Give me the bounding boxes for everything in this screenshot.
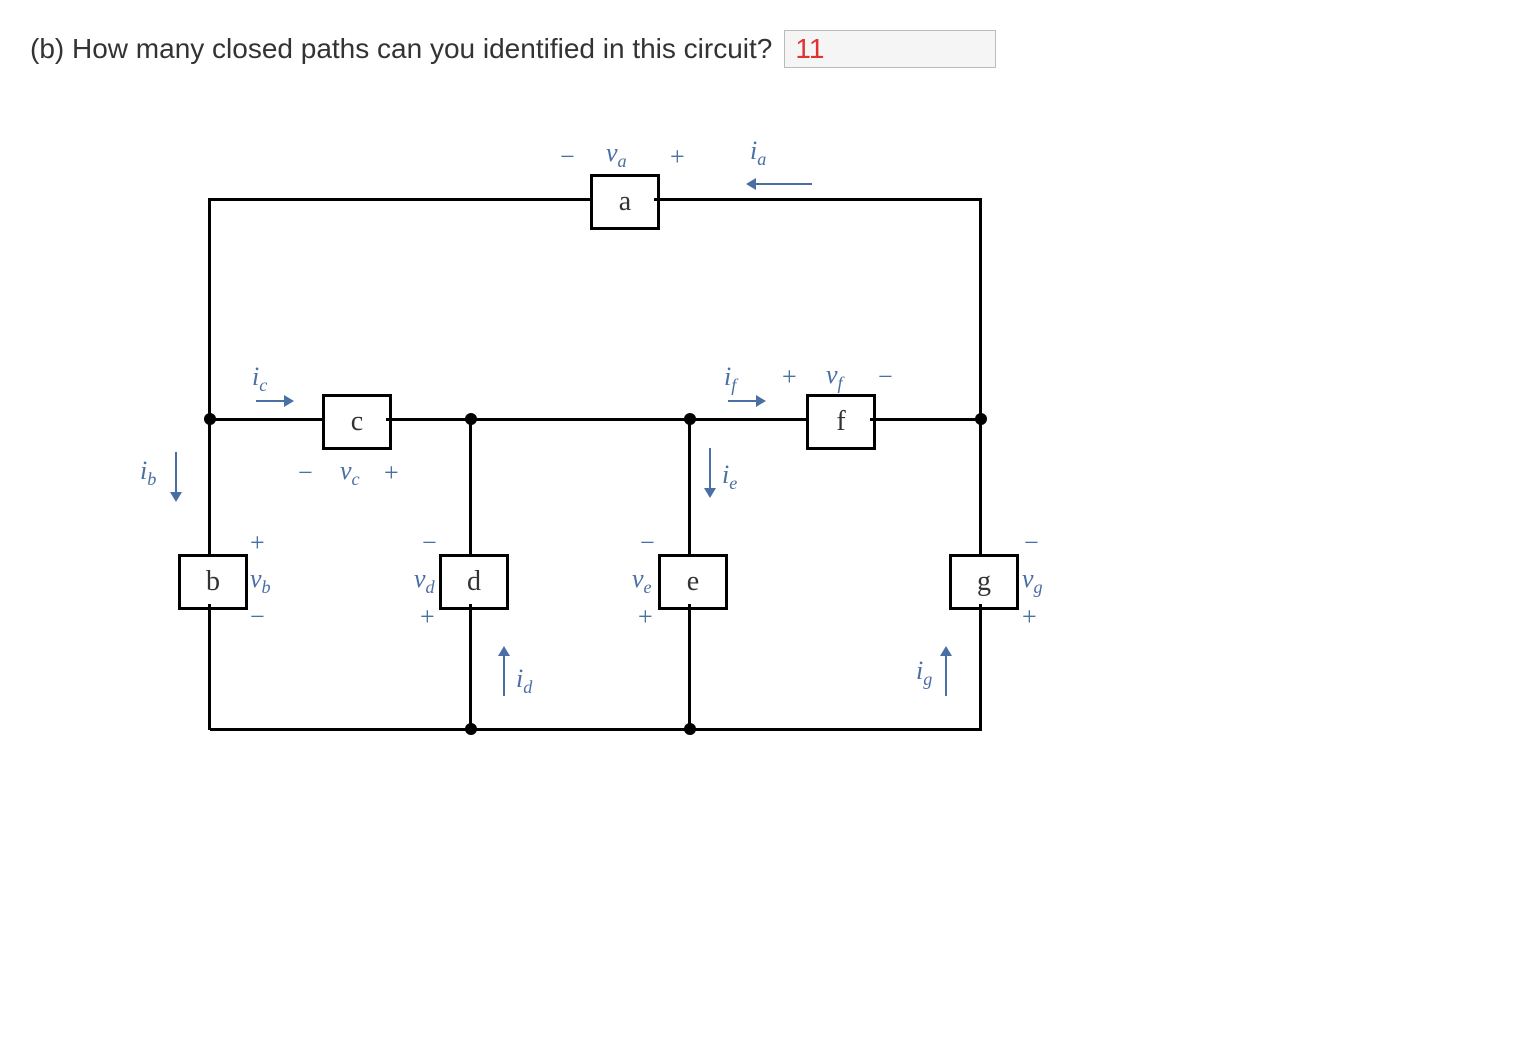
component-e: e (658, 554, 728, 610)
component-g: g (949, 554, 1019, 610)
wire (469, 418, 472, 558)
label-ib: ib (140, 456, 156, 490)
node (204, 413, 216, 425)
vg-plus-bottom: + (1022, 602, 1037, 632)
wire (208, 604, 211, 730)
vb-minus: − (250, 602, 265, 632)
ve-minus: − (640, 528, 655, 558)
wire (210, 418, 322, 421)
wire (688, 604, 691, 730)
label-ia: ia (750, 136, 766, 170)
wire (979, 418, 982, 558)
component-c: c (322, 394, 392, 450)
arrow-ia (746, 178, 812, 190)
arrow-ic (256, 392, 296, 412)
component-f: f (806, 394, 876, 450)
question-text: (b) How many closed paths can you identi… (30, 33, 772, 65)
label-ig: ig (916, 656, 932, 690)
label-vd: vd (414, 564, 435, 598)
wire (690, 418, 806, 421)
component-f-label: f (836, 406, 845, 438)
component-b: b (178, 554, 248, 610)
component-g-label: g (977, 566, 991, 598)
question-row: (b) How many closed paths can you identi… (30, 30, 1500, 68)
wire (688, 418, 691, 558)
label-vc: vc (340, 456, 360, 490)
arrow-if (728, 392, 768, 412)
wire (654, 198, 980, 201)
wire (210, 198, 590, 201)
vd-plus: + (420, 602, 435, 632)
wire (469, 604, 472, 730)
label-vb: vb (250, 564, 271, 598)
component-c-label: c (351, 406, 363, 438)
component-d: d (439, 554, 509, 610)
wire (210, 728, 982, 731)
va-minus: − (560, 142, 575, 172)
circuit-diagram: a − va + ia b ib + vb − ic c − vc + if f… (70, 108, 1170, 828)
va-plus: + (670, 142, 685, 172)
wire (386, 418, 472, 421)
answer-input[interactable]: 11 (784, 30, 996, 68)
label-va: va (606, 138, 627, 172)
component-d-label: d (467, 566, 481, 598)
component-a: a (590, 174, 660, 230)
vc-plus: + (384, 458, 399, 488)
vc-minus: − (298, 458, 313, 488)
vg-minus-top: − (1024, 528, 1039, 558)
component-a-label: a (619, 186, 631, 218)
wire (208, 418, 211, 558)
label-id: id (516, 664, 532, 698)
component-b-label: b (206, 566, 220, 598)
vf-minus: − (878, 362, 893, 392)
vb-plus: + (250, 528, 265, 558)
label-vg: vg (1022, 564, 1043, 598)
wire (208, 198, 211, 420)
vd-minus: − (422, 528, 437, 558)
label-ie: ie (722, 460, 737, 494)
wire (870, 418, 982, 421)
label-ve: ve (632, 564, 652, 598)
wire (979, 198, 982, 420)
wire (471, 418, 690, 421)
ve-plus: + (638, 602, 653, 632)
label-vf: vf (826, 360, 843, 394)
vf-plus: + (782, 362, 797, 392)
component-e-label: e (687, 566, 699, 598)
wire (979, 604, 982, 730)
